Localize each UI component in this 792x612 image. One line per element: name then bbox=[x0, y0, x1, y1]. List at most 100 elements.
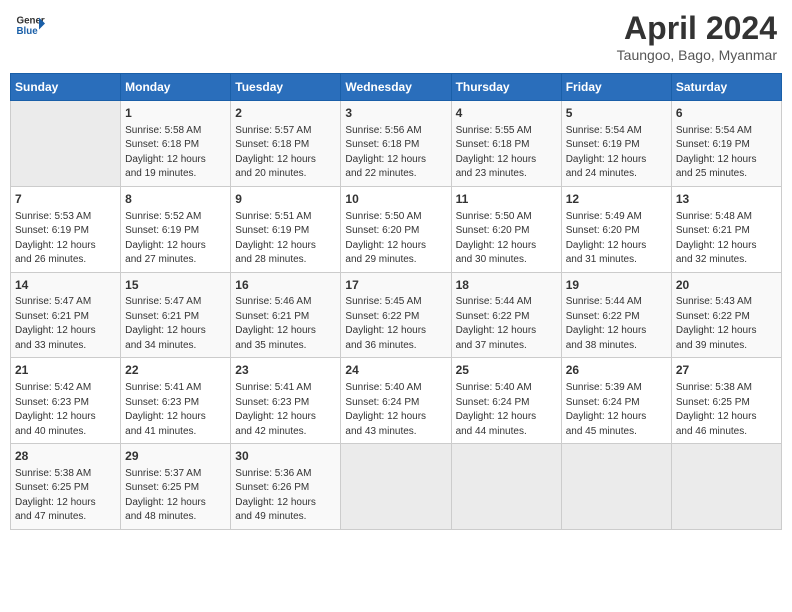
day-info: Sunrise: 5:46 AMSunset: 6:21 PMDaylight:… bbox=[235, 295, 336, 353]
col-header-thursday: Thursday bbox=[451, 74, 561, 101]
main-title: April 2024 bbox=[617, 10, 777, 47]
day-info: Sunrise: 5:45 AMSunset: 6:22 PMDaylight:… bbox=[345, 295, 446, 353]
day-number: 13 bbox=[676, 191, 777, 208]
calendar-cell bbox=[11, 101, 121, 187]
calendar-cell: 5 Sunrise: 5:54 AMSunset: 6:19 PMDaylight… bbox=[561, 101, 671, 187]
calendar-cell: 17Sunrise: 5:45 AMSunset: 6:22 PMDayligh… bbox=[341, 272, 451, 358]
calendar-cell: 8Sunrise: 5:52 AMSunset: 6:19 PMDaylight… bbox=[121, 186, 231, 272]
calendar-cell: 14Sunrise: 5:47 AMSunset: 6:21 PMDayligh… bbox=[11, 272, 121, 358]
calendar-cell: 27 Sunrise: 5:38 AMSunset: 6:25 PMDayligh… bbox=[671, 358, 781, 444]
day-info: Sunrise: 5:57 AMSunset: 6:18 PMDaylight:… bbox=[235, 124, 336, 182]
calendar-cell: 29 Sunrise: 5:37 AMSunset: 6:25 PMDayligh… bbox=[121, 444, 231, 530]
calendar-cell: 24 Sunrise: 5:40 AMSunset: 6:24 PMDayligh… bbox=[341, 358, 451, 444]
day-info: Sunrise: 5:47 AMSunset: 6:21 PMDaylight:… bbox=[125, 295, 226, 353]
week-row-3: 14Sunrise: 5:47 AMSunset: 6:21 PMDayligh… bbox=[11, 272, 782, 358]
day-info: Sunrise: 5:47 AMSunset: 6:21 PMDaylight:… bbox=[15, 295, 116, 353]
svg-text:Blue: Blue bbox=[17, 26, 39, 37]
day-info: Sunrise: 5:55 AMSunset: 6:18 PMDaylight:… bbox=[456, 124, 557, 182]
calendar-cell: 30 Sunrise: 5:36 AMSunset: 6:26 PMDayligh… bbox=[231, 444, 341, 530]
day-info: Sunrise: 5:36 AMSunset: 6:26 PMDaylight:… bbox=[235, 467, 336, 525]
day-info: Sunrise: 5:41 AMSunset: 6:23 PMDaylight:… bbox=[125, 381, 226, 439]
day-number: 25 bbox=[456, 362, 557, 379]
calendar-cell: 18Sunrise: 5:44 AMSunset: 6:22 PMDayligh… bbox=[451, 272, 561, 358]
day-number: 30 bbox=[235, 448, 336, 465]
day-info: Sunrise: 5:53 AMSunset: 6:19 PMDaylight:… bbox=[15, 210, 116, 268]
calendar-cell: 2Sunrise: 5:57 AMSunset: 6:18 PMDaylight… bbox=[231, 101, 341, 187]
calendar-header-row: SundayMondayTuesdayWednesdayThursdayFrid… bbox=[11, 74, 782, 101]
day-number: 21 bbox=[15, 362, 116, 379]
day-number: 9 bbox=[235, 191, 336, 208]
title-block: April 2024 Taungoo, Bago, Myanmar bbox=[617, 10, 777, 63]
day-info: Sunrise: 5:40 AMSunset: 6:24 PMDaylight:… bbox=[456, 381, 557, 439]
calendar-cell: 22 Sunrise: 5:41 AMSunset: 6:23 PMDayligh… bbox=[121, 358, 231, 444]
calendar-cell: 13 Sunrise: 5:48 AMSunset: 6:21 PMDayligh… bbox=[671, 186, 781, 272]
day-info: Sunrise: 5:41 AMSunset: 6:23 PMDaylight:… bbox=[235, 381, 336, 439]
calendar-cell: 6 Sunrise: 5:54 AMSunset: 6:19 PMDaylight… bbox=[671, 101, 781, 187]
calendar-table: SundayMondayTuesdayWednesdayThursdayFrid… bbox=[10, 73, 782, 530]
calendar-cell: 4 Sunrise: 5:55 AMSunset: 6:18 PMDaylight… bbox=[451, 101, 561, 187]
day-info: Sunrise: 5:37 AMSunset: 6:25 PMDaylight:… bbox=[125, 467, 226, 525]
day-info: Sunrise: 5:56 AMSunset: 6:18 PMDaylight:… bbox=[345, 124, 446, 182]
calendar-cell bbox=[561, 444, 671, 530]
day-info: Sunrise: 5:50 AMSunset: 6:20 PMDaylight:… bbox=[345, 210, 446, 268]
calendar-cell: 28Sunrise: 5:38 AMSunset: 6:25 PMDayligh… bbox=[11, 444, 121, 530]
calendar-cell: 16Sunrise: 5:46 AMSunset: 6:21 PMDayligh… bbox=[231, 272, 341, 358]
day-info: Sunrise: 5:38 AMSunset: 6:25 PMDaylight:… bbox=[15, 467, 116, 525]
day-number: 5 bbox=[566, 105, 667, 122]
page-header: General Blue April 2024 Taungoo, Bago, M… bbox=[10, 10, 782, 63]
day-info: Sunrise: 5:54 AMSunset: 6:19 PMDaylight:… bbox=[676, 124, 777, 182]
day-number: 26 bbox=[566, 362, 667, 379]
col-header-monday: Monday bbox=[121, 74, 231, 101]
day-info: Sunrise: 5:42 AMSunset: 6:23 PMDaylight:… bbox=[15, 381, 116, 439]
day-number: 19 bbox=[566, 277, 667, 294]
day-info: Sunrise: 5:50 AMSunset: 6:20 PMDaylight:… bbox=[456, 210, 557, 268]
col-header-friday: Friday bbox=[561, 74, 671, 101]
day-info: Sunrise: 5:54 AMSunset: 6:19 PMDaylight:… bbox=[566, 124, 667, 182]
day-info: Sunrise: 5:48 AMSunset: 6:21 PMDaylight:… bbox=[676, 210, 777, 268]
calendar-cell: 1 Sunrise: 5:58 AMSunset: 6:18 PMDaylight… bbox=[121, 101, 231, 187]
week-row-1: 1 Sunrise: 5:58 AMSunset: 6:18 PMDaylight… bbox=[11, 101, 782, 187]
day-number: 15 bbox=[125, 277, 226, 294]
day-info: Sunrise: 5:58 AMSunset: 6:18 PMDaylight:… bbox=[125, 124, 226, 182]
calendar-cell: 3 Sunrise: 5:56 AMSunset: 6:18 PMDaylight… bbox=[341, 101, 451, 187]
day-number: 12 bbox=[566, 191, 667, 208]
calendar-cell: 20Sunrise: 5:43 AMSunset: 6:22 PMDayligh… bbox=[671, 272, 781, 358]
day-number: 6 bbox=[676, 105, 777, 122]
calendar-cell bbox=[451, 444, 561, 530]
calendar-cell: 7Sunrise: 5:53 AMSunset: 6:19 PMDaylight… bbox=[11, 186, 121, 272]
day-number: 14 bbox=[15, 277, 116, 294]
day-number: 23 bbox=[235, 362, 336, 379]
day-number: 29 bbox=[125, 448, 226, 465]
day-number: 4 bbox=[456, 105, 557, 122]
day-number: 11 bbox=[456, 191, 557, 208]
day-number: 24 bbox=[345, 362, 446, 379]
day-number: 3 bbox=[345, 105, 446, 122]
day-info: Sunrise: 5:39 AMSunset: 6:24 PMDaylight:… bbox=[566, 381, 667, 439]
day-info: Sunrise: 5:51 AMSunset: 6:19 PMDaylight:… bbox=[235, 210, 336, 268]
day-number: 16 bbox=[235, 277, 336, 294]
calendar-cell: 23 Sunrise: 5:41 AMSunset: 6:23 PMDayligh… bbox=[231, 358, 341, 444]
day-info: Sunrise: 5:40 AMSunset: 6:24 PMDaylight:… bbox=[345, 381, 446, 439]
week-row-4: 21 Sunrise: 5:42 AMSunset: 6:23 PMDayligh… bbox=[11, 358, 782, 444]
day-info: Sunrise: 5:44 AMSunset: 6:22 PMDaylight:… bbox=[566, 295, 667, 353]
calendar-cell: 19Sunrise: 5:44 AMSunset: 6:22 PMDayligh… bbox=[561, 272, 671, 358]
calendar-cell: 10 Sunrise: 5:50 AMSunset: 6:20 PMDayligh… bbox=[341, 186, 451, 272]
day-number: 17 bbox=[345, 277, 446, 294]
day-number: 10 bbox=[345, 191, 446, 208]
col-header-sunday: Sunday bbox=[11, 74, 121, 101]
day-number: 27 bbox=[676, 362, 777, 379]
day-number: 1 bbox=[125, 105, 226, 122]
day-info: Sunrise: 5:49 AMSunset: 6:20 PMDaylight:… bbox=[566, 210, 667, 268]
day-info: Sunrise: 5:52 AMSunset: 6:19 PMDaylight:… bbox=[125, 210, 226, 268]
day-number: 20 bbox=[676, 277, 777, 294]
calendar-cell: 15Sunrise: 5:47 AMSunset: 6:21 PMDayligh… bbox=[121, 272, 231, 358]
calendar-cell bbox=[671, 444, 781, 530]
day-number: 22 bbox=[125, 362, 226, 379]
logo-icon: General Blue bbox=[15, 10, 45, 40]
calendar-cell: 25 Sunrise: 5:40 AMSunset: 6:24 PMDayligh… bbox=[451, 358, 561, 444]
calendar-cell: 12 Sunrise: 5:49 AMSunset: 6:20 PMDayligh… bbox=[561, 186, 671, 272]
calendar-cell: 11 Sunrise: 5:50 AMSunset: 6:20 PMDayligh… bbox=[451, 186, 561, 272]
day-info: Sunrise: 5:38 AMSunset: 6:25 PMDaylight:… bbox=[676, 381, 777, 439]
calendar-cell: 9 Sunrise: 5:51 AMSunset: 6:19 PMDaylight… bbox=[231, 186, 341, 272]
day-number: 18 bbox=[456, 277, 557, 294]
